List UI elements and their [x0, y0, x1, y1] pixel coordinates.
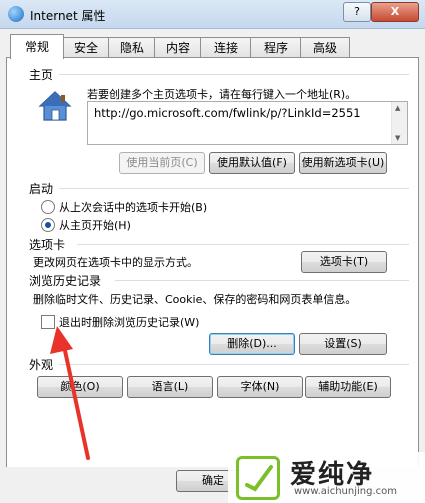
tabs-settings-button[interactable]: 选项卡(T) [301, 251, 387, 273]
start-home-label: 从主页开始(H) [59, 219, 131, 232]
history-settings-button[interactable]: 设置(S) [299, 333, 387, 355]
close-button[interactable]: X [371, 2, 419, 22]
tab-general[interactable]: 常规 [10, 34, 64, 59]
startup-section-label: 启动 [29, 182, 54, 196]
colors-button[interactable]: 颜色(O) [37, 376, 123, 398]
tabs-divider [77, 244, 409, 245]
window-title: Internet 属性 [30, 9, 106, 23]
tab-advanced[interactable]: 高级 [300, 37, 350, 58]
home-url-value: http://go.microsoft.com/fwlink/p/?LinkId… [94, 106, 361, 120]
tab-content[interactable]: 内容 [154, 37, 202, 58]
home-divider [59, 74, 409, 75]
history-divider [115, 280, 409, 281]
delete-on-exit-checkbox[interactable] [41, 315, 55, 329]
home-house-icon [38, 91, 72, 121]
tab-connections[interactable]: 连接 [200, 37, 252, 58]
accessibility-button[interactable]: 辅助功能(E) [305, 376, 391, 398]
general-tab-panel: 主页 若要创建多个主页选项卡，请在每行键入一个地址(R)。 http://go.… [6, 57, 419, 469]
delete-on-exit-label: 退出时删除浏览历史记录(W) [59, 316, 200, 329]
fonts-button[interactable]: 字体(N) [217, 376, 303, 398]
help-button[interactable]: ? [343, 2, 371, 22]
internet-properties-dialog: Internet 属性 ? X 常规 安全 隐私 内容 连接 程序 高级 主页 … [0, 0, 425, 503]
radio-start-last-session[interactable] [41, 200, 55, 214]
home-section-label: 主页 [29, 68, 54, 82]
use-current-button[interactable]: 使用当前页(C) [119, 152, 205, 174]
radio-start-home[interactable] [41, 218, 55, 232]
delete-history-button[interactable]: 删除(D)... [209, 333, 295, 355]
ie-icon [8, 6, 24, 22]
use-default-button[interactable]: 使用默认值(F) [209, 152, 295, 174]
scroll-down-icon[interactable]: ▼ [395, 134, 400, 142]
brand-url: www.aichunjing.com [294, 486, 397, 497]
appearance-section-label: 外观 [29, 358, 54, 372]
brand-logo-icon [236, 456, 280, 500]
tab-programs[interactable]: 程序 [250, 37, 302, 58]
languages-button[interactable]: 语言(L) [127, 376, 213, 398]
url-scrollbar[interactable]: ▲ ▼ [391, 102, 407, 144]
tabs-description: 更改网页在选项卡中的显示方式。 [33, 256, 198, 269]
tabs-section-label: 选项卡 [29, 238, 66, 252]
scroll-up-icon[interactable]: ▲ [395, 104, 400, 112]
history-section-label: 浏览历史记录 [29, 274, 102, 288]
home-url-textbox[interactable]: http://go.microsoft.com/fwlink/p/?LinkId… [87, 101, 408, 145]
watermark-logo: 爱纯净 www.aichunjing.com [228, 452, 425, 503]
use-new-tab-button[interactable]: 使用新选项卡(U) [299, 152, 387, 174]
history-description: 删除临时文件、历史记录、Cookie、保存的密码和网页表单信息。 [33, 293, 357, 306]
start-last-session-label: 从上次会话中的选项卡开始(B) [59, 201, 208, 214]
home-instruction: 若要创建多个主页选项卡，请在每行键入一个地址(R)。 [87, 88, 357, 101]
title-bar: Internet 属性 ? X [0, 0, 425, 29]
tab-privacy[interactable]: 隐私 [108, 37, 156, 58]
tab-security[interactable]: 安全 [62, 37, 110, 58]
startup-divider [59, 188, 409, 189]
appearance-divider [59, 364, 409, 365]
